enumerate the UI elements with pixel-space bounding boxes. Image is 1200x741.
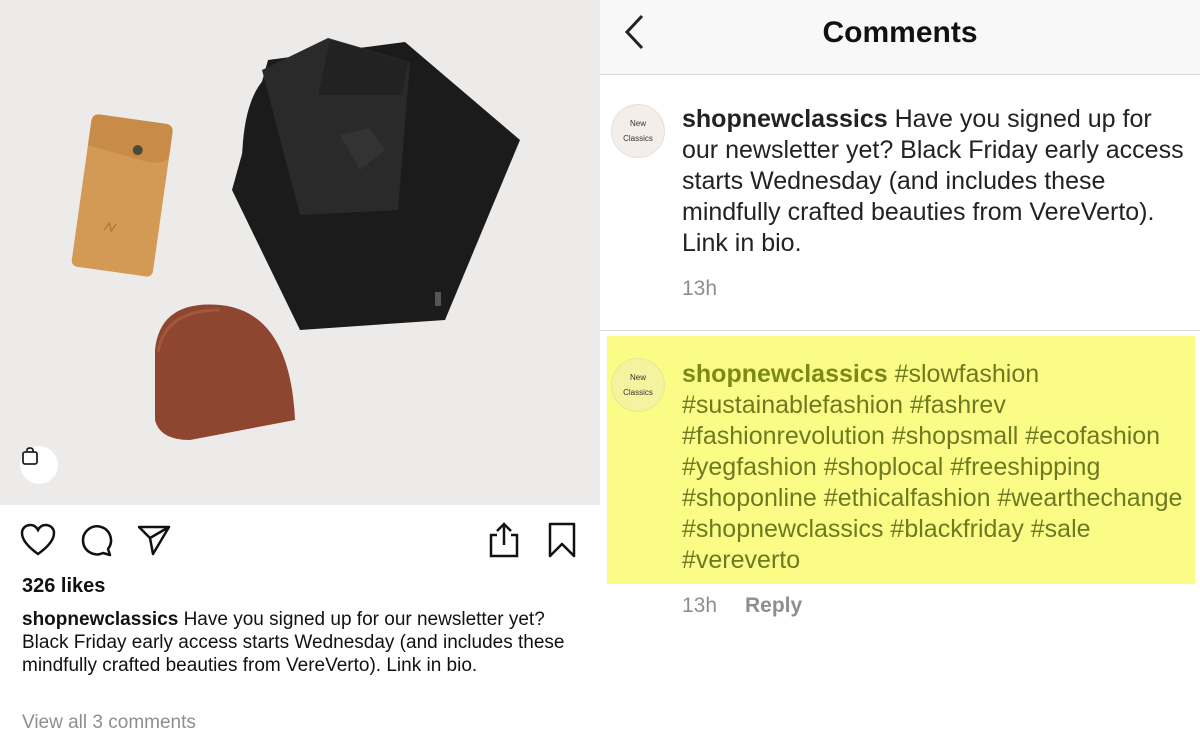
reply-button[interactable]: Reply <box>745 594 802 618</box>
comment-body: shopnewclassics #slowfashion #sustainabl… <box>682 359 1194 576</box>
comment-username[interactable]: shopnewclassics <box>682 360 888 388</box>
comment-hashtags[interactable]: #slowfashion #sustainablefashion #fashre… <box>682 360 1182 574</box>
divider <box>600 330 1200 331</box>
caption-username[interactable]: shopnewclassics <box>22 609 178 630</box>
comment-timestamp: 13h <box>682 594 718 617</box>
post-caption: shopnewclassics Have you signed up for o… <box>22 608 582 677</box>
upload-icon[interactable] <box>484 518 524 562</box>
comment-icon[interactable] <box>76 518 116 562</box>
avatar[interactable]: New Classics <box>611 358 665 412</box>
post-actions-bar <box>0 518 600 566</box>
comment-username[interactable]: shopnewclassics <box>682 105 888 133</box>
post-photo[interactable] <box>0 0 600 505</box>
avatar-text-line1: New <box>629 373 646 382</box>
bookmark-icon[interactable] <box>542 518 582 562</box>
shopping-bag-icon[interactable] <box>20 446 58 484</box>
heart-icon[interactable] <box>18 518 58 562</box>
post-panel: 326 likes shopnewclassics Have you signe… <box>0 0 600 741</box>
product-photo-illustration <box>71 38 520 440</box>
comment-body: shopnewclassics Have you signed up for o… <box>682 104 1192 259</box>
avatar-text-line2: Classics <box>623 134 653 143</box>
share-icon[interactable] <box>134 518 174 562</box>
avatar[interactable]: New Classics <box>611 104 665 158</box>
avatar-text-line2: Classics <box>623 388 653 397</box>
page-title: Comments <box>822 16 978 49</box>
comments-panel: Comments New Classics shopnewclassics Ha… <box>600 0 1200 741</box>
comment-timestamp: 13h <box>682 277 718 300</box>
view-all-comments-link[interactable]: View all 3 comments <box>22 712 196 734</box>
avatar-text-line1: New <box>629 119 646 128</box>
comments-header: Comments <box>600 0 1200 75</box>
likes-count[interactable]: 326 likes <box>22 575 105 598</box>
